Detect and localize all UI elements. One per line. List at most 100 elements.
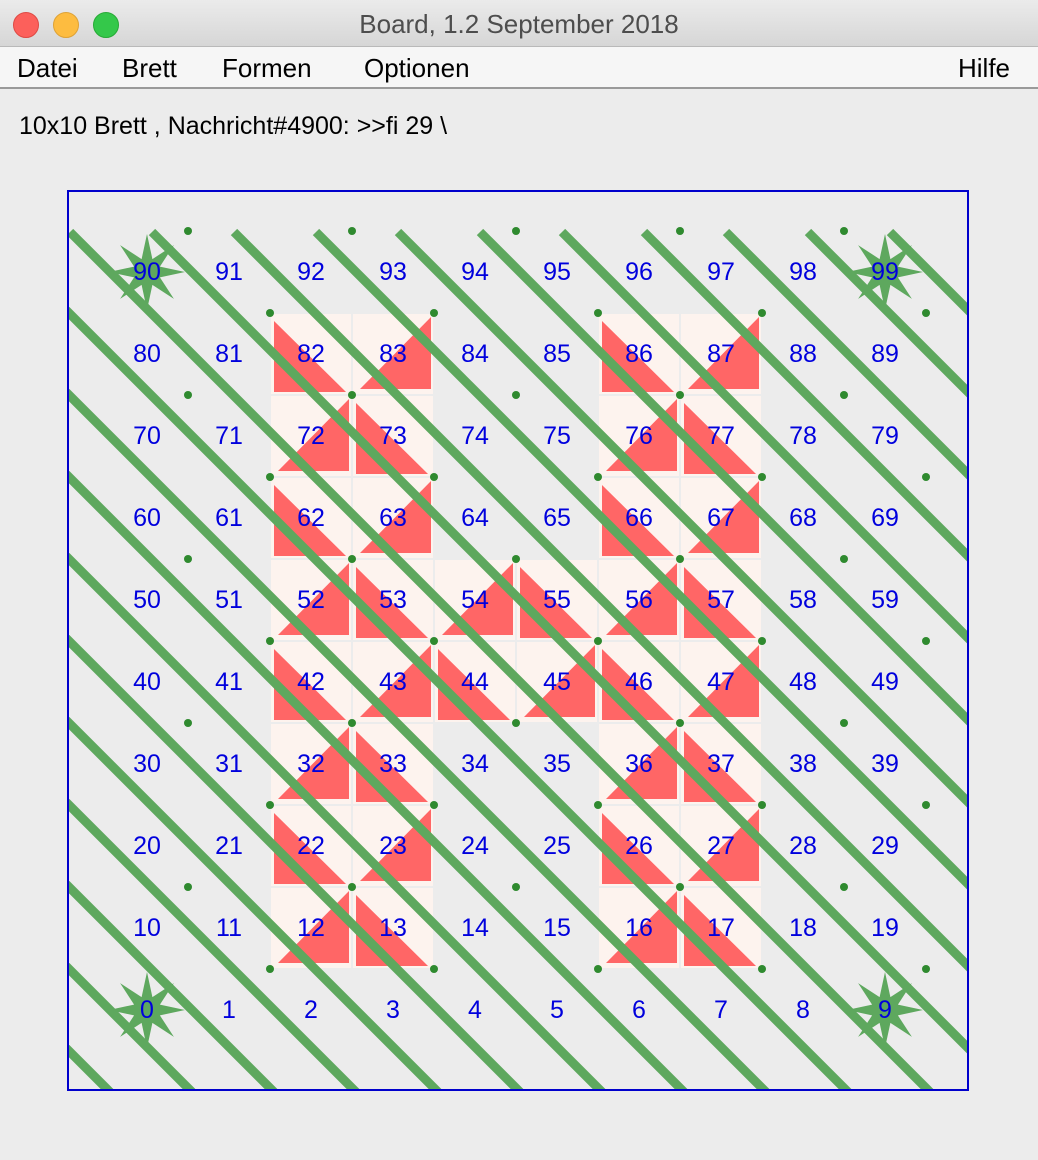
cell-number-61[interactable]: 61 bbox=[215, 504, 243, 532]
cell-number-18[interactable]: 18 bbox=[789, 914, 817, 942]
cell-number-7[interactable]: 7 bbox=[714, 996, 728, 1024]
cell-number-85[interactable]: 85 bbox=[543, 340, 571, 368]
cell-number-63[interactable]: 63 bbox=[379, 504, 407, 532]
cell-number-78[interactable]: 78 bbox=[789, 422, 817, 450]
cell-number-51[interactable]: 51 bbox=[215, 586, 243, 614]
cell-number-0[interactable]: 0 bbox=[140, 996, 154, 1024]
cell-number-84[interactable]: 84 bbox=[461, 340, 489, 368]
cell-number-50[interactable]: 50 bbox=[133, 586, 161, 614]
cell-number-8[interactable]: 8 bbox=[796, 996, 810, 1024]
cell-number-25[interactable]: 25 bbox=[543, 832, 571, 860]
cell-number-39[interactable]: 39 bbox=[871, 750, 899, 778]
cell-number-37[interactable]: 37 bbox=[707, 750, 735, 778]
cell-number-30[interactable]: 30 bbox=[133, 750, 161, 778]
cell-number-32[interactable]: 32 bbox=[297, 750, 325, 778]
cell-number-16[interactable]: 16 bbox=[625, 914, 653, 942]
cell-number-4[interactable]: 4 bbox=[468, 996, 482, 1024]
cell-number-89[interactable]: 89 bbox=[871, 340, 899, 368]
cell-number-19[interactable]: 19 bbox=[871, 914, 899, 942]
cell-number-17[interactable]: 17 bbox=[707, 914, 735, 942]
cell-number-43[interactable]: 43 bbox=[379, 668, 407, 696]
cell-number-2[interactable]: 2 bbox=[304, 996, 318, 1024]
cell-number-54[interactable]: 54 bbox=[461, 586, 489, 614]
cell-number-46[interactable]: 46 bbox=[625, 668, 653, 696]
cell-number-36[interactable]: 36 bbox=[625, 750, 653, 778]
cell-number-35[interactable]: 35 bbox=[543, 750, 571, 778]
cell-number-96[interactable]: 96 bbox=[625, 258, 653, 286]
cell-number-1[interactable]: 1 bbox=[222, 996, 236, 1024]
cell-number-11[interactable]: 11 bbox=[216, 914, 242, 942]
cell-number-60[interactable]: 60 bbox=[133, 504, 161, 532]
cell-number-76[interactable]: 76 bbox=[625, 422, 653, 450]
cell-number-52[interactable]: 52 bbox=[297, 586, 325, 614]
cell-number-44[interactable]: 44 bbox=[461, 668, 489, 696]
cell-number-56[interactable]: 56 bbox=[625, 586, 653, 614]
cell-number-80[interactable]: 80 bbox=[133, 340, 161, 368]
cell-number-20[interactable]: 20 bbox=[133, 832, 161, 860]
cell-number-27[interactable]: 27 bbox=[707, 832, 735, 860]
cell-number-31[interactable]: 31 bbox=[215, 750, 243, 778]
cell-number-33[interactable]: 33 bbox=[379, 750, 407, 778]
cell-number-94[interactable]: 94 bbox=[461, 258, 489, 286]
cell-number-45[interactable]: 45 bbox=[543, 668, 571, 696]
cell-number-69[interactable]: 69 bbox=[871, 504, 899, 532]
cell-number-38[interactable]: 38 bbox=[789, 750, 817, 778]
cell-number-9[interactable]: 9 bbox=[878, 996, 892, 1024]
cell-number-91[interactable]: 91 bbox=[215, 258, 243, 286]
cell-number-40[interactable]: 40 bbox=[133, 668, 161, 696]
cell-number-5[interactable]: 5 bbox=[550, 996, 564, 1024]
cell-number-10[interactable]: 10 bbox=[133, 914, 161, 942]
cell-number-95[interactable]: 95 bbox=[543, 258, 571, 286]
cell-number-23[interactable]: 23 bbox=[379, 832, 407, 860]
cell-number-48[interactable]: 48 bbox=[789, 668, 817, 696]
cell-number-75[interactable]: 75 bbox=[543, 422, 571, 450]
cell-number-64[interactable]: 64 bbox=[461, 504, 489, 532]
cell-number-6[interactable]: 6 bbox=[632, 996, 646, 1024]
cell-number-87[interactable]: 87 bbox=[707, 340, 735, 368]
cell-number-73[interactable]: 73 bbox=[379, 422, 407, 450]
cell-number-58[interactable]: 58 bbox=[789, 586, 817, 614]
cell-number-57[interactable]: 57 bbox=[707, 586, 735, 614]
cell-number-3[interactable]: 3 bbox=[386, 996, 400, 1024]
cell-number-97[interactable]: 97 bbox=[707, 258, 735, 286]
cell-number-67[interactable]: 67 bbox=[707, 504, 735, 532]
cell-number-77[interactable]: 77 bbox=[707, 422, 735, 450]
cell-number-70[interactable]: 70 bbox=[133, 422, 161, 450]
cell-number-42[interactable]: 42 bbox=[297, 668, 325, 696]
cell-number-86[interactable]: 86 bbox=[625, 340, 653, 368]
cell-number-90[interactable]: 90 bbox=[133, 258, 161, 286]
cell-number-93[interactable]: 93 bbox=[379, 258, 407, 286]
cell-number-59[interactable]: 59 bbox=[871, 586, 899, 614]
cell-number-71[interactable]: 71 bbox=[215, 422, 243, 450]
cell-number-26[interactable]: 26 bbox=[625, 832, 653, 860]
cell-number-53[interactable]: 53 bbox=[379, 586, 407, 614]
cell-number-99[interactable]: 99 bbox=[871, 258, 899, 286]
cell-number-62[interactable]: 62 bbox=[297, 504, 325, 532]
cell-number-49[interactable]: 49 bbox=[871, 668, 899, 696]
cell-number-88[interactable]: 88 bbox=[789, 340, 817, 368]
cell-number-82[interactable]: 82 bbox=[297, 340, 325, 368]
cell-number-65[interactable]: 65 bbox=[543, 504, 571, 532]
cell-number-83[interactable]: 83 bbox=[379, 340, 407, 368]
cell-number-15[interactable]: 15 bbox=[543, 914, 571, 942]
cell-number-13[interactable]: 13 bbox=[379, 914, 407, 942]
cell-number-72[interactable]: 72 bbox=[297, 422, 325, 450]
cell-number-68[interactable]: 68 bbox=[789, 504, 817, 532]
cell-number-74[interactable]: 74 bbox=[461, 422, 489, 450]
cell-number-98[interactable]: 98 bbox=[789, 258, 817, 286]
cell-number-81[interactable]: 81 bbox=[215, 340, 243, 368]
cell-number-41[interactable]: 41 bbox=[215, 668, 243, 696]
cell-number-24[interactable]: 24 bbox=[461, 832, 489, 860]
game-board[interactable]: 0 1 2 3 4 5 6 7 8 910 11 12 13 14 15 16 17 18 1920 21 22 23 24… bbox=[0, 0, 1038, 1160]
cell-number-66[interactable]: 66 bbox=[625, 504, 653, 532]
cell-number-12[interactable]: 12 bbox=[297, 914, 325, 942]
cell-number-79[interactable]: 79 bbox=[871, 422, 899, 450]
cell-number-21[interactable]: 21 bbox=[215, 832, 243, 860]
cell-number-92[interactable]: 92 bbox=[297, 258, 325, 286]
cell-number-22[interactable]: 22 bbox=[297, 832, 325, 860]
cell-number-29[interactable]: 29 bbox=[871, 832, 899, 860]
cell-number-47[interactable]: 47 bbox=[707, 668, 735, 696]
cell-number-28[interactable]: 28 bbox=[789, 832, 817, 860]
cell-number-55[interactable]: 55 bbox=[543, 586, 571, 614]
cell-number-34[interactable]: 34 bbox=[461, 750, 489, 778]
